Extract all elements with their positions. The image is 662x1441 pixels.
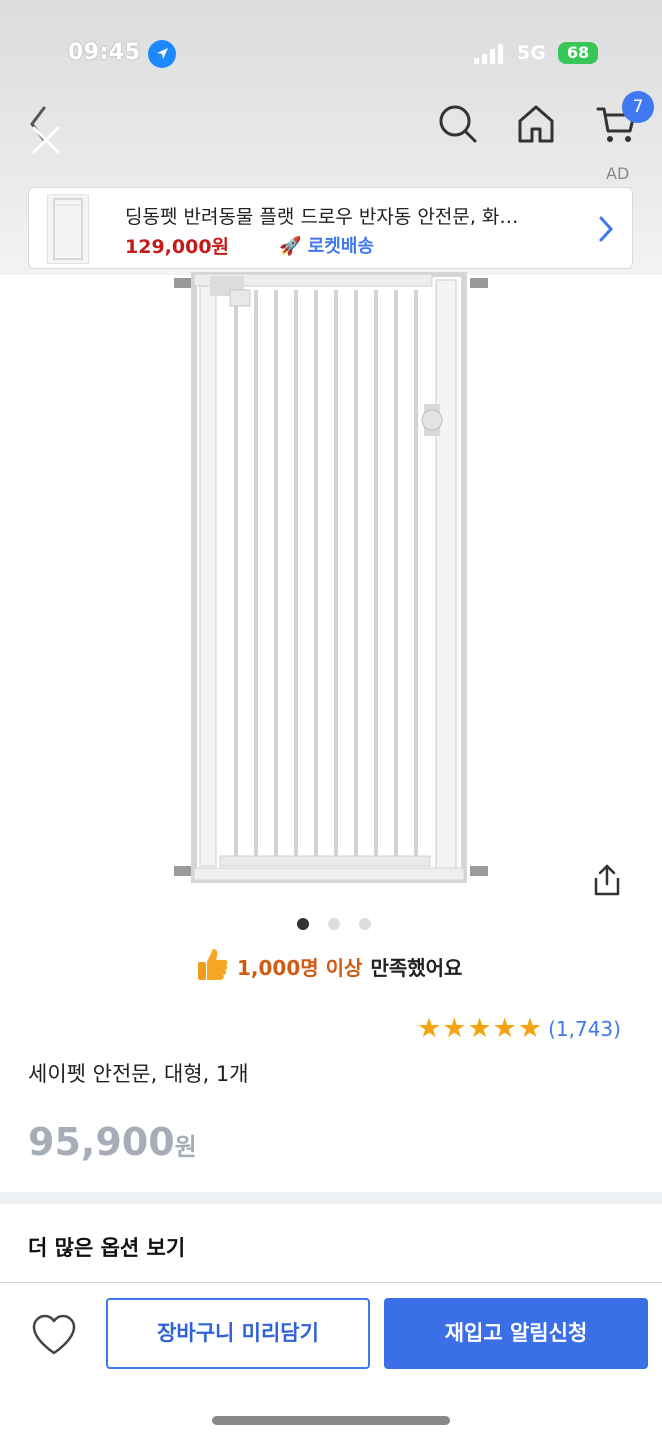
cellular-signal-icon bbox=[474, 44, 504, 64]
price-unit: 원 bbox=[174, 1133, 197, 1161]
product-name: 세이펫 안전문, 대형, 1개 bbox=[28, 1062, 249, 1086]
ad-banner[interactable]: 딩동펫 반려동물 플랫 드로우 반자동 안전문, 화… 129,000원 🚀 로… bbox=[28, 187, 633, 269]
restock-alert-button[interactable]: 재입고 알림신청 bbox=[384, 1298, 648, 1369]
rocket-delivery-badge: 🚀 로켓배송 bbox=[279, 232, 374, 258]
price-number: 95,900 bbox=[28, 1120, 175, 1164]
back-icon[interactable] bbox=[24, 102, 70, 162]
section-divider bbox=[0, 1192, 662, 1204]
status-time: 09:45 bbox=[68, 40, 141, 65]
product-image[interactable] bbox=[170, 271, 490, 884]
thumbs-up-icon bbox=[195, 946, 229, 987]
ad-title: 딩동펫 반려동물 플랫 드로우 반자동 안전문, 화… bbox=[125, 206, 519, 228]
pagination-dot[interactable] bbox=[297, 918, 309, 930]
ad-thumbnail bbox=[47, 194, 89, 264]
network-type: 5G bbox=[517, 42, 546, 64]
search-icon[interactable] bbox=[437, 103, 479, 149]
rocket-delivery-label: 로켓배송 bbox=[307, 236, 374, 257]
location-arrow-icon bbox=[148, 40, 176, 68]
satisfaction-count: 1,000명 이상 bbox=[237, 955, 363, 980]
battery-indicator: 68 bbox=[558, 42, 598, 64]
home-icon[interactable] bbox=[516, 103, 556, 149]
rating[interactable]: ★ ★ ★ ★ ★ (1,743) bbox=[417, 1015, 621, 1043]
share-icon[interactable] bbox=[590, 862, 624, 902]
review-count[interactable]: (1,743) bbox=[548, 1017, 621, 1041]
image-pagination bbox=[297, 915, 385, 934]
star-icon: ★ bbox=[417, 1013, 442, 1044]
star-icon: ★ bbox=[492, 1013, 517, 1044]
pagination-dot[interactable] bbox=[359, 918, 372, 930]
product-price: 95,900원 bbox=[28, 1120, 197, 1164]
ad-price: 129,000원 bbox=[125, 236, 230, 258]
satisfaction-text: 만족했어요 bbox=[370, 955, 463, 980]
star-icon: ★ bbox=[442, 1013, 467, 1044]
pagination-dot[interactable] bbox=[328, 918, 341, 930]
chevron-right-icon bbox=[597, 214, 615, 248]
add-to-cart-button[interactable]: 장바구니 미리담기 bbox=[106, 1298, 370, 1369]
star-icon: ★ bbox=[467, 1013, 492, 1044]
ad-label: AD bbox=[606, 164, 630, 183]
wishlist-heart-icon[interactable] bbox=[30, 1313, 78, 1357]
more-options-link[interactable]: 더 많은 옵션 보기 bbox=[28, 1232, 185, 1262]
star-icon: ★ bbox=[517, 1013, 543, 1044]
rocket-icon: 🚀 bbox=[279, 236, 302, 257]
cart-count-badge: 7 bbox=[622, 91, 654, 123]
satisfaction-banner: 1,000명 이상 만족했어요 bbox=[195, 948, 462, 984]
home-indicator bbox=[212, 1416, 450, 1425]
